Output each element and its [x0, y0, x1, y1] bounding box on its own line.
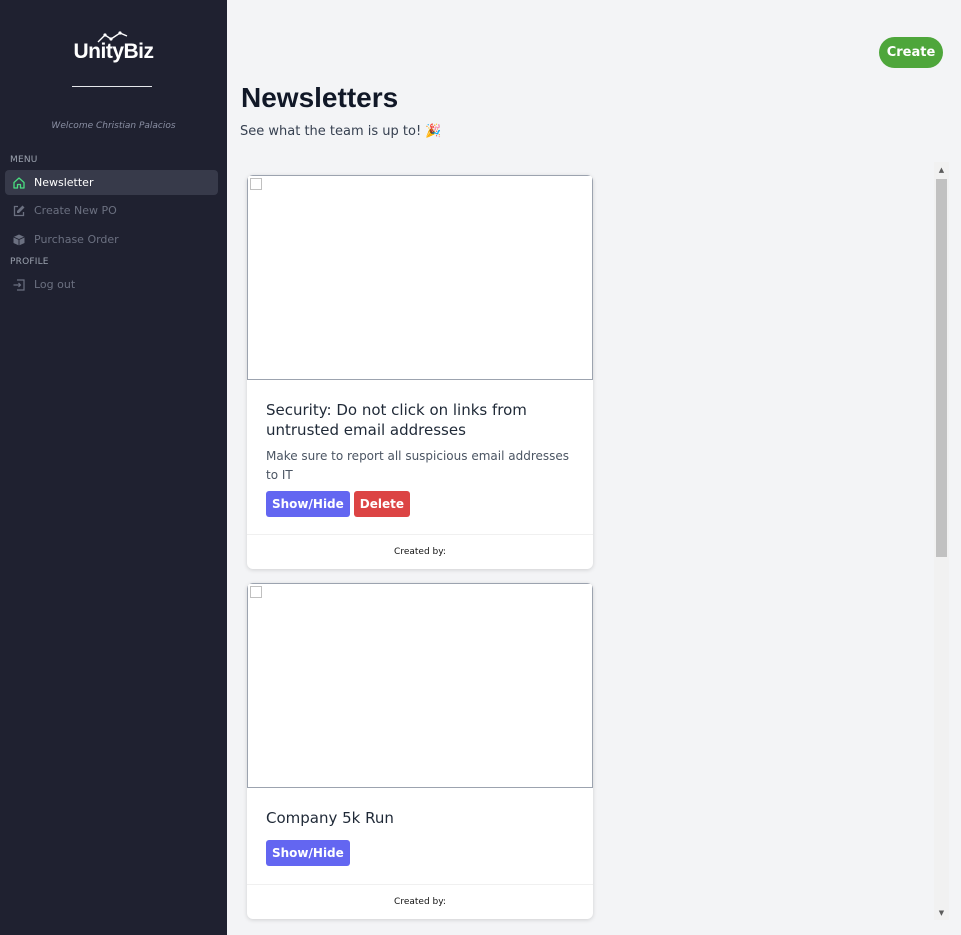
delete-button[interactable]: Delete	[353, 491, 411, 517]
newsletter-title: Security: Do not click on links from unt…	[266, 401, 527, 439]
show-hide-button[interactable]: Show/Hide	[266, 840, 350, 866]
box-icon	[12, 233, 26, 247]
scrollbar[interactable]: ▲ ▼	[934, 162, 949, 920]
broken-image-icon	[250, 586, 262, 598]
sidebar-item-label: Create New PO	[34, 204, 117, 217]
welcome-text: Welcome Christian Palacios	[51, 121, 176, 131]
brand-name: UnityBiz	[73, 40, 155, 63]
scroll-up-arrow-icon[interactable]: ▲	[934, 162, 949, 177]
sidebar-item-label: Newsletter	[34, 176, 94, 189]
created-by-footer: Created by:	[247, 884, 593, 919]
sidebar-item-create-new-po[interactable]: Create New PO	[5, 198, 218, 223]
edit-icon	[12, 204, 26, 218]
sidebar-item-label: Log out	[34, 278, 76, 291]
profile-section-label: PROFILE	[10, 257, 49, 267]
sidebar: UnityBiz Welcome Christian Palacios MENU…	[0, 0, 227, 935]
newsletter-image	[247, 583, 593, 788]
logout-icon	[12, 278, 26, 292]
newsletter-title: Company 5k Run	[266, 809, 394, 827]
page-subtitle: See what the team is up to! 🎉	[240, 124, 442, 139]
home-icon	[12, 176, 26, 190]
sidebar-item-log-out[interactable]: Log out	[5, 272, 218, 297]
page-title: Newsletters	[241, 82, 399, 113]
logo-divider	[72, 86, 152, 87]
scroll-down-arrow-icon[interactable]: ▼	[934, 905, 949, 920]
broken-image-icon	[250, 178, 262, 190]
newsletter-image	[247, 175, 593, 380]
sidebar-item-newsletter[interactable]: Newsletter	[5, 170, 218, 195]
created-by-footer: Created by:	[247, 534, 593, 569]
scroll-thumb[interactable]	[936, 179, 947, 557]
newsletter-card: Security: Do not click on links from unt…	[247, 175, 593, 569]
menu-section-label: MENU	[10, 155, 38, 165]
create-button[interactable]: Create	[879, 37, 943, 68]
logo[interactable]: UnityBiz	[0, 30, 227, 64]
sidebar-item-label: Purchase Order	[34, 233, 119, 246]
show-hide-button[interactable]: Show/Hide	[266, 491, 350, 517]
newsletter-description: Make sure to report all suspicious email…	[266, 449, 570, 482]
newsletter-card: Company 5k Run Show/Hide Created by:	[247, 583, 593, 919]
sidebar-item-purchase-order[interactable]: Purchase Order	[5, 227, 218, 252]
